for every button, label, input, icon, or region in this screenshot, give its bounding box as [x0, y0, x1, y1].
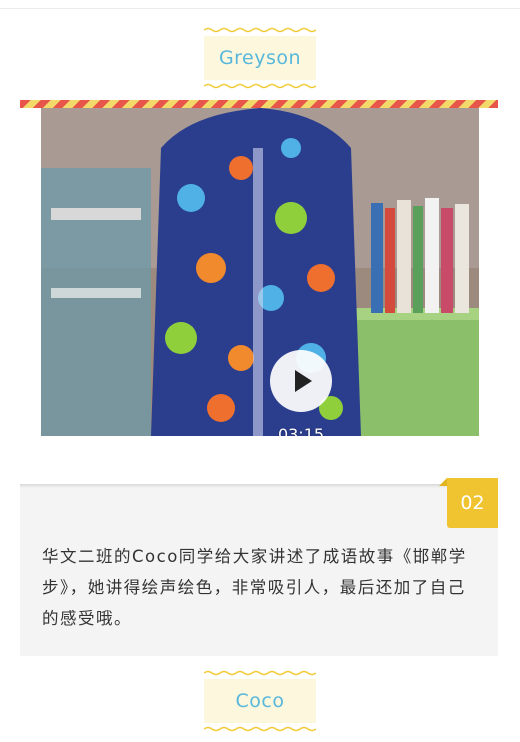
name-tag: Greyson: [204, 27, 316, 89]
card-shadow-edge: [20, 484, 498, 488]
wavy-line-decoration: [204, 670, 316, 676]
name-tag-label: Coco: [235, 690, 285, 712]
name-tag-label: Greyson: [218, 47, 302, 69]
number-badge: 02: [439, 478, 498, 528]
video-player[interactable]: 03:15: [41, 108, 479, 436]
play-icon: [295, 370, 312, 392]
story-description: 华文二班的Coco同学给大家讲述了成语故事《邯郸学步》，她讲得绘声绘色，非常吸引…: [42, 547, 467, 628]
name-tag: Coco: [204, 670, 316, 732]
striped-divider: [20, 100, 498, 108]
wavy-line-decoration: [204, 27, 316, 33]
number-badge-label: 02: [460, 492, 485, 514]
wavy-line-decoration: [204, 726, 316, 732]
video-thumbnail: [41, 108, 479, 436]
wavy-line-decoration: [204, 83, 316, 89]
play-button[interactable]: [270, 350, 332, 412]
badge-fold: [439, 478, 447, 486]
top-divider: [0, 8, 520, 9]
video-duration: 03:15: [277, 425, 325, 436]
